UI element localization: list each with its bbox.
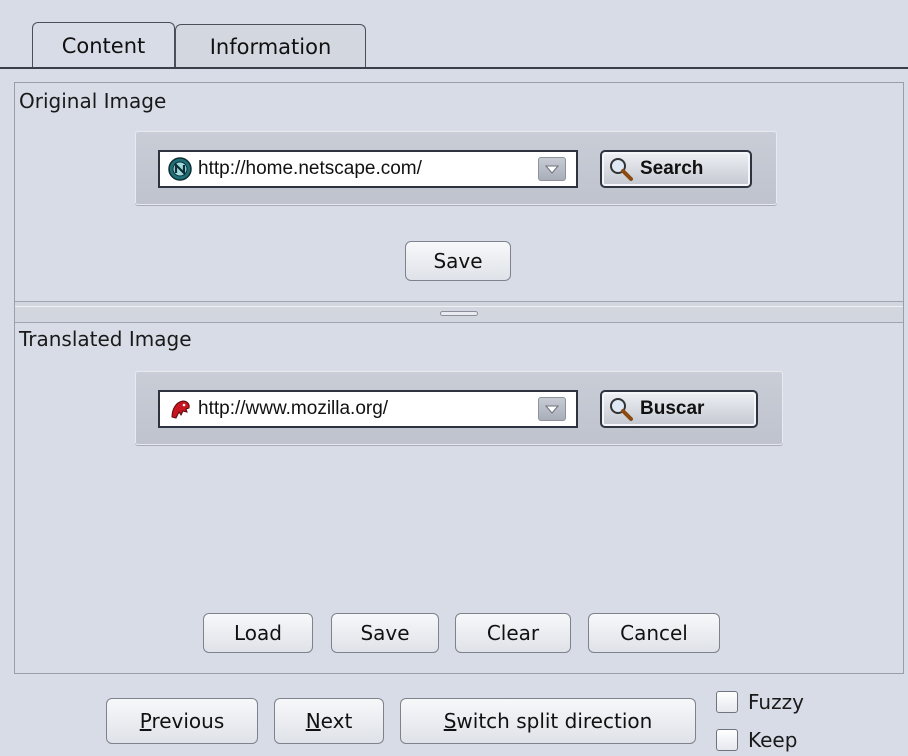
save-original-button[interactable]: Save	[405, 241, 511, 281]
keep-checkbox-box[interactable]	[716, 729, 738, 751]
original-image-label: Original Image	[19, 89, 167, 113]
search-button-label: Search	[640, 158, 704, 179]
magnifier-icon	[610, 398, 633, 421]
split-pane-divider[interactable]	[15, 301, 903, 323]
tab-content[interactable]: Content	[32, 22, 175, 68]
switch-split-direction-button[interactable]: Switch split direction	[400, 698, 696, 744]
tab-information-label: Information	[209, 34, 332, 59]
next-label: Next	[305, 709, 353, 733]
switch-label: Switch split direction	[443, 709, 653, 733]
content-panel: Original Image http://home.netscape.com/…	[14, 82, 904, 674]
previous-label: Previous	[139, 709, 225, 733]
save-original-label: Save	[433, 249, 483, 273]
search-button[interactable]: Search	[600, 150, 752, 188]
save-translated-label: Save	[360, 621, 410, 645]
keep-checkbox[interactable]: Keep	[716, 728, 797, 752]
load-button[interactable]: Load	[203, 613, 313, 653]
translated-image-preview: http://www.mozilla.org/ Buscar	[135, 371, 783, 445]
next-button[interactable]: Next	[274, 698, 384, 744]
mozilla-icon	[171, 400, 190, 419]
load-label: Load	[234, 621, 282, 645]
keep-label: Keep	[748, 728, 798, 752]
chevron-down-icon[interactable]	[538, 157, 566, 181]
original-image-preview: http://home.netscape.com/ Search	[135, 131, 777, 205]
tab-divider	[0, 67, 908, 69]
tab-information[interactable]: Information	[175, 24, 366, 68]
translated-url-text: http://www.mozilla.org/	[198, 398, 389, 419]
original-url-combo[interactable]: http://home.netscape.com/	[158, 150, 578, 188]
clear-label: Clear	[486, 621, 540, 645]
original-url-text: http://home.netscape.com/	[198, 158, 422, 179]
cancel-label: Cancel	[620, 621, 688, 645]
cancel-button[interactable]: Cancel	[588, 613, 720, 653]
fuzzy-checkbox-box[interactable]	[716, 691, 738, 713]
splitter-grip[interactable]	[440, 311, 478, 316]
chevron-down-icon[interactable]	[538, 397, 566, 421]
clear-button[interactable]: Clear	[455, 613, 571, 653]
netscape-icon	[168, 157, 192, 181]
fuzzy-checkbox[interactable]: Fuzzy	[716, 690, 804, 714]
buscar-button-label: Buscar	[640, 398, 705, 419]
fuzzy-label: Fuzzy	[748, 690, 804, 714]
magnifier-icon	[610, 158, 633, 181]
translated-url-combo[interactable]: http://www.mozilla.org/	[158, 390, 578, 428]
tab-content-label: Content	[61, 33, 146, 58]
buscar-button[interactable]: Buscar	[600, 390, 758, 428]
previous-button[interactable]: Previous	[106, 698, 258, 744]
translated-image-label: Translated Image	[19, 327, 192, 351]
tab-bar: Content Information	[0, 0, 908, 70]
save-translated-button[interactable]: Save	[331, 613, 439, 653]
